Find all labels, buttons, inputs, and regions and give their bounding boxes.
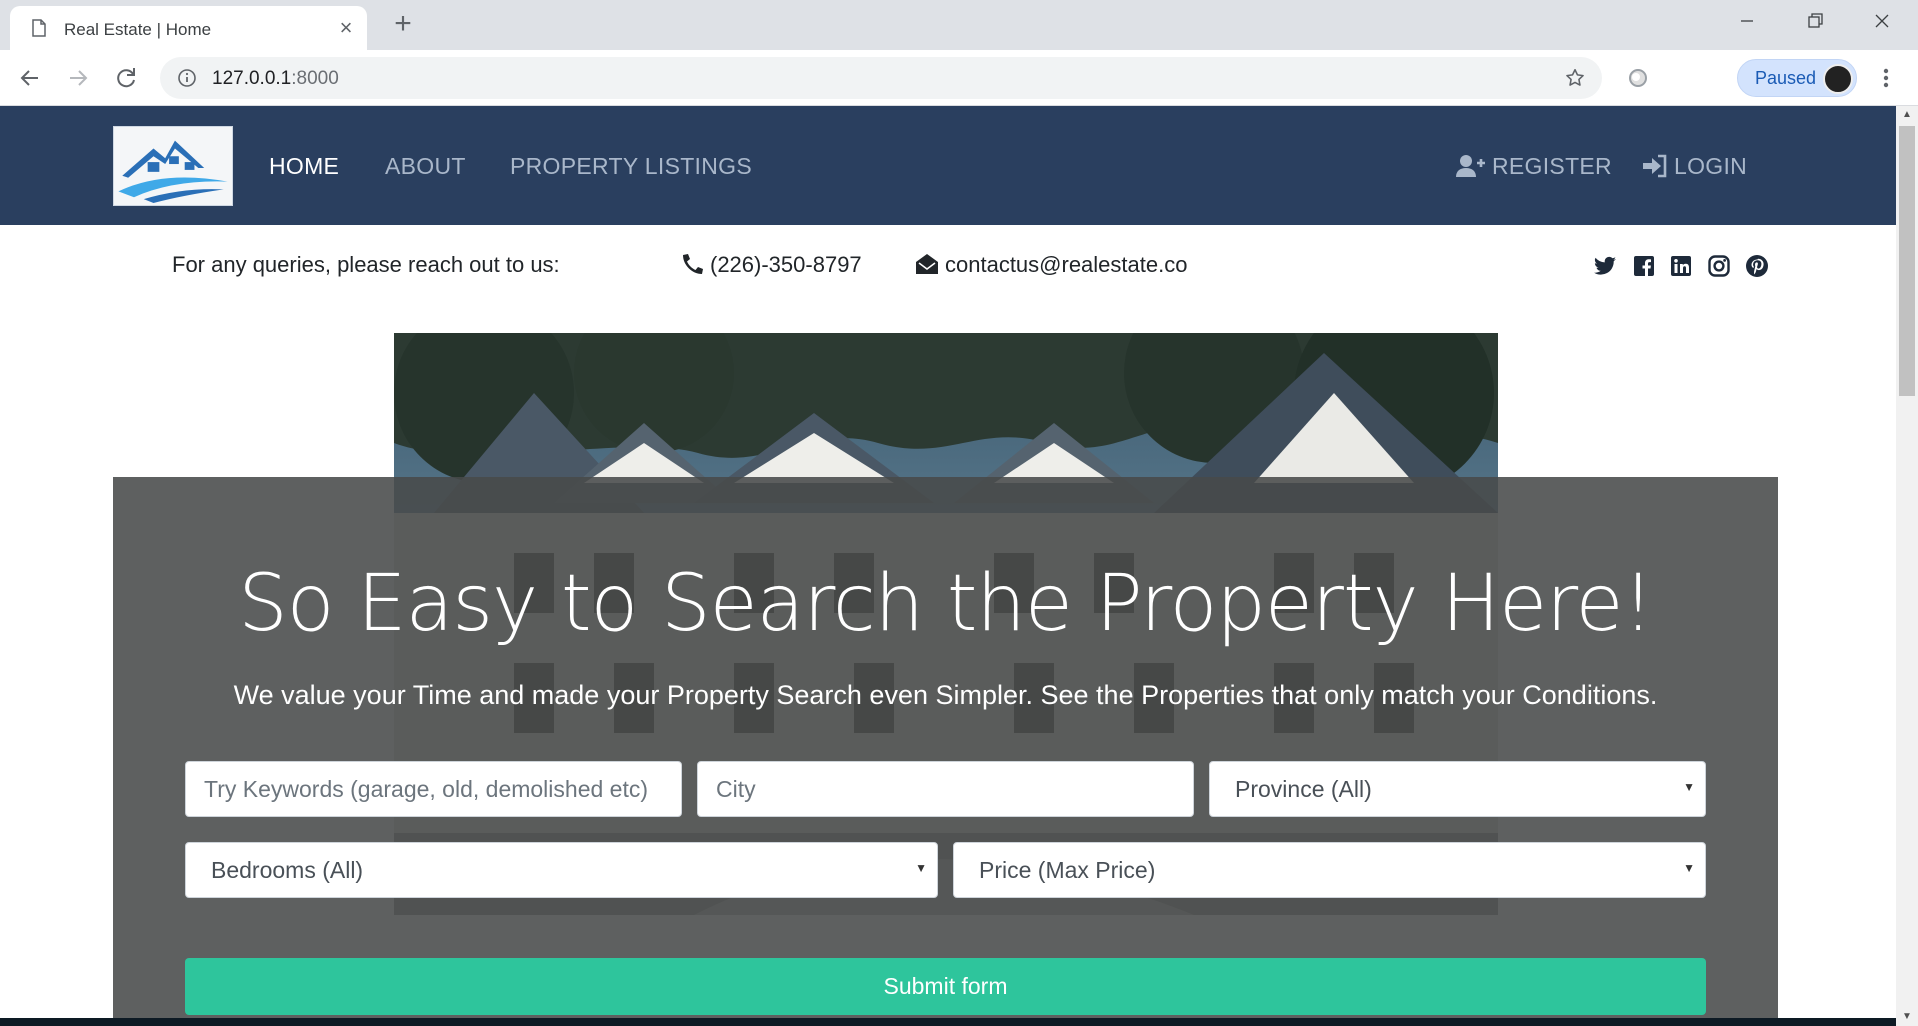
page-scrollbar[interactable]: ▲ ▼: [1896, 106, 1918, 1026]
nav-about[interactable]: ABOUT: [385, 153, 466, 180]
avatar: [1823, 64, 1853, 94]
scroll-thumb[interactable]: [1899, 126, 1915, 396]
minimize-icon[interactable]: [1727, 6, 1767, 36]
hero-subtitle: We value your Time and made your Propert…: [233, 680, 1658, 710]
nav-login[interactable]: LOGIN: [1642, 153, 1747, 180]
profile-button[interactable]: Paused: [1737, 59, 1857, 97]
envelope-open-icon: [916, 254, 938, 274]
chevron-down-icon: ▼: [915, 861, 927, 875]
url-text[interactable]: 127.0.0.1:8000: [212, 68, 339, 90]
province-value: Province (All): [1235, 776, 1372, 802]
contact-bar: For any queries, please reach out to us:…: [0, 225, 1896, 305]
province-select[interactable]: Province (All) ▼: [1209, 761, 1706, 817]
bedrooms-select[interactable]: Bedrooms (All) ▼: [185, 842, 938, 898]
pinterest-icon[interactable]: [1745, 254, 1769, 278]
browser-toolbar: 127.0.0.1:8000 Paused: [0, 50, 1918, 106]
star-icon[interactable]: [1564, 67, 1586, 89]
sign-in-icon: [1643, 154, 1667, 178]
instagram-icon[interactable]: [1707, 254, 1731, 278]
register-label: REGISTER: [1492, 153, 1612, 179]
browser-tab[interactable]: Real Estate | Home ×: [10, 6, 367, 50]
twitter-icon[interactable]: [1593, 254, 1617, 278]
price-value: Price (Max Price): [979, 857, 1156, 883]
tab-title: Real Estate | Home: [64, 20, 212, 39]
phone-number: (226)-350-8797: [710, 252, 862, 277]
plus-icon[interactable]: +: [388, 9, 418, 39]
reload-icon[interactable]: [110, 62, 142, 94]
email-address: contactus@realestate.co: [945, 252, 1188, 277]
city-field[interactable]: [698, 762, 1193, 816]
scroll-up-icon[interactable]: ▲: [1896, 106, 1918, 124]
logo[interactable]: [113, 126, 233, 206]
address-bar[interactable]: 127.0.0.1:8000: [160, 57, 1602, 99]
nav-property-listings[interactable]: PROPERTY LISTINGS: [510, 153, 752, 180]
url-port: :8000: [291, 68, 339, 89]
forward-icon[interactable]: [62, 62, 94, 94]
extension-icon[interactable]: [1627, 67, 1649, 89]
keywords-field[interactable]: [186, 762, 681, 816]
contact-email[interactable]: contactus@realestate.co: [915, 252, 1187, 278]
page-viewport: HOME ABOUT PROPERTY LISTINGS REGISTER LO…: [0, 106, 1896, 1026]
close-icon[interactable]: ×: [334, 16, 358, 40]
nav-register[interactable]: REGISTER: [1456, 153, 1612, 180]
window-close-icon[interactable]: [1862, 6, 1902, 36]
bedrooms-value: Bedrooms (All): [211, 857, 364, 883]
search-panel: So Easy to Search the Property Here! We …: [113, 477, 1778, 1026]
nav-home[interactable]: HOME: [269, 153, 339, 180]
browser-tab-strip: Real Estate | Home × +: [0, 0, 1918, 50]
contact-phone[interactable]: (226)-350-8797: [682, 252, 862, 278]
page-icon: [32, 19, 46, 37]
scroll-down-icon[interactable]: ▼: [1896, 1008, 1918, 1026]
hero-title: So Easy to Search the Property Here!: [238, 559, 1653, 649]
user-plus-icon: [1456, 155, 1485, 177]
phone-icon: [683, 254, 703, 274]
submit-button[interactable]: Submit form: [185, 958, 1706, 1015]
info-icon[interactable]: [177, 68, 197, 88]
chevron-down-icon: ▼: [1683, 780, 1695, 794]
restore-icon[interactable]: [1795, 6, 1835, 36]
city-input[interactable]: [697, 761, 1194, 817]
back-icon[interactable]: [14, 62, 46, 94]
url-host: 127.0.0.1: [212, 68, 292, 89]
site-navbar: HOME ABOUT PROPERTY LISTINGS REGISTER LO…: [0, 106, 1896, 225]
profile-label: Paused: [1755, 68, 1817, 88]
chevron-down-icon: ▼: [1683, 861, 1695, 875]
kebab-menu-icon[interactable]: [1876, 64, 1896, 92]
contact-lead-text: For any queries, please reach out to us:: [172, 252, 560, 277]
login-label: LOGIN: [1674, 153, 1748, 179]
footer-edge: [0, 1018, 1896, 1026]
keywords-input[interactable]: [185, 761, 682, 817]
facebook-icon[interactable]: [1632, 254, 1656, 278]
linkedin-icon[interactable]: [1669, 254, 1693, 278]
price-select[interactable]: Price (Max Price) ▼: [953, 842, 1706, 898]
